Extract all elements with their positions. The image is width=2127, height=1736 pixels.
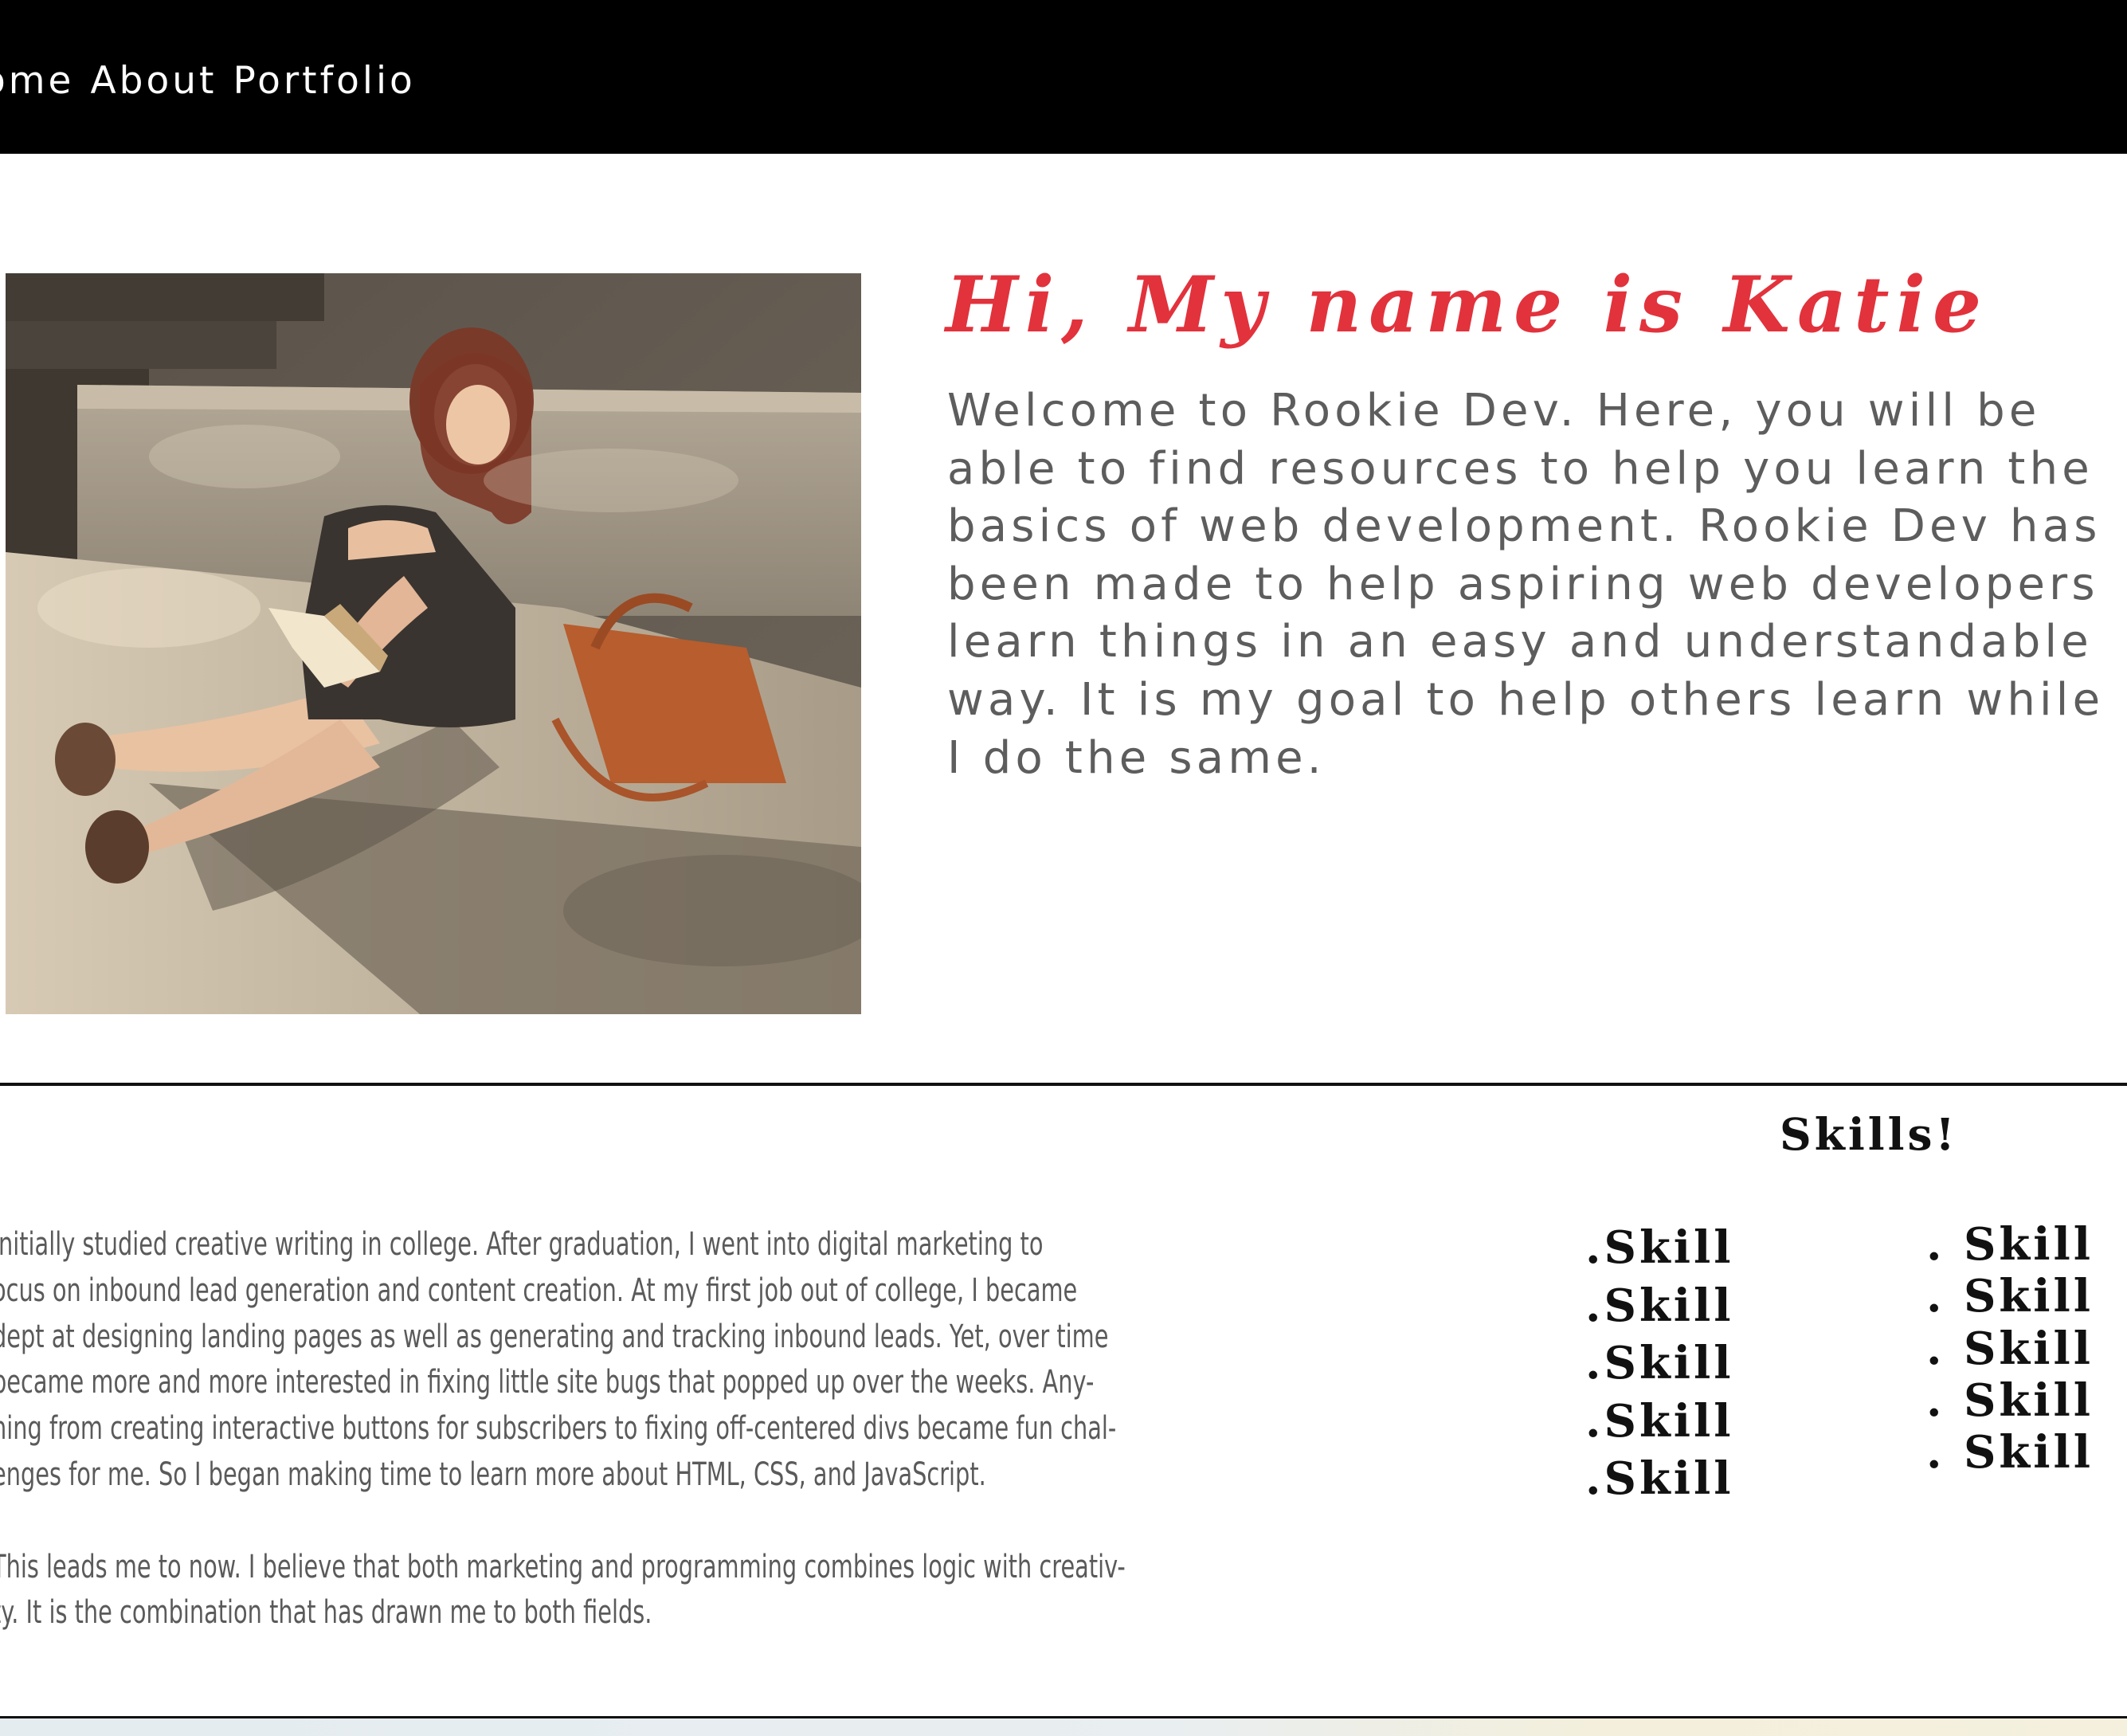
section-divider-top [0,1083,2127,1086]
skill-item: .Skill [1585,1394,1734,1448]
intro-line: able to find resources to help you learn… [947,442,2094,495]
next-section-edge [0,1718,2127,1736]
intro-line: I do the same. [947,731,1326,784]
skill-item: . Skill [1926,1270,2094,1323]
about-line: became more and more interested in fixin… [0,1364,1095,1401]
about-line: ty. It is the combination that has drawn… [0,1594,652,1632]
hero-intro: Welcome to Rookie Dev. Here, you will be… [947,382,2127,787]
nav-links: ome About Portfolio [0,62,432,100]
nav-link-portfolio[interactable]: Portfolio [233,62,415,100]
hero-title: Hi, My name is Katie [946,260,1989,350]
top-navbar: ome About Portfolio [0,0,2127,154]
skill-item: . Skill [1926,1426,2094,1479]
skills-list-right: . Skill . Skill . Skill . Skill . Skill [1926,1218,2094,1479]
about-line: This leads me to now. I believe that bot… [0,1548,1126,1585]
about-line: enges for me. So I began making time to … [0,1456,986,1493]
intro-line: been made to help aspiring web developer… [947,558,2099,610]
about-paragraphs: initially studied creative writing in co… [0,1222,1126,1636]
nav-link-home[interactable]: ome [0,62,74,100]
nav-link-about[interactable]: About [90,62,217,100]
profile-photo [6,273,861,1014]
skill-item: . Skill [1926,1218,2094,1271]
about-line: hing from creating interactive buttons f… [0,1410,1117,1448]
skill-item: . Skill [1926,1322,2094,1375]
intro-line: learn things in an easy and understandab… [947,616,2093,668]
about-line: dept at designing landing pages as well … [0,1318,1109,1355]
skills-list-left: .Skill .Skill .Skill .Skill .Skill [1585,1219,1734,1508]
intro-line: way. It is my goal to help others learn … [947,673,2105,726]
intro-line: basics of web development. Rookie Dev ha… [947,500,2102,553]
skill-item: .Skill [1585,1337,1734,1389]
skill-item: .Skill [1585,1221,1734,1274]
skills-title: Skills! [1780,1108,1958,1160]
skill-item: . Skill [1926,1374,2094,1427]
about-line: ocus on inbound lead generation and cont… [0,1272,1078,1309]
about-line: initially studied creative writing in co… [0,1226,1044,1263]
portrait-photo-icon [6,273,861,1014]
skill-item: .Skill [1585,1279,1734,1332]
skill-item: .Skill [1585,1452,1734,1505]
intro-line: Welcome to Rookie Dev. Here, you will be [947,385,2041,437]
